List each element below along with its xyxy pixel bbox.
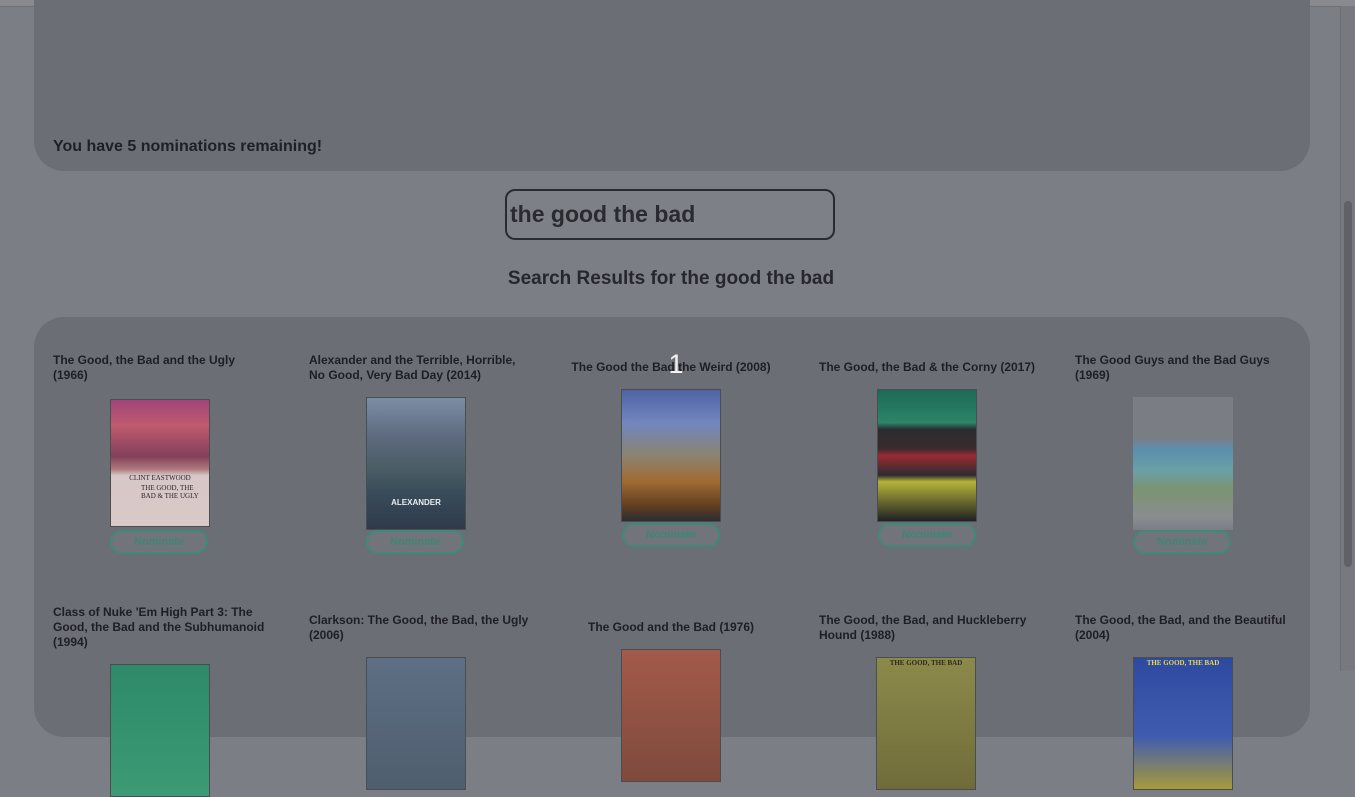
nominate-button[interactable]: Nominate <box>622 523 720 547</box>
movie-poster <box>621 389 721 522</box>
movie-poster <box>110 664 210 797</box>
movie-title: Alexander and the Terrible, Horrible, No… <box>309 353 516 382</box>
movie-title: The Good, the Bad and the Ugly (1966) <box>53 353 236 382</box>
search-input[interactable] <box>505 189 835 240</box>
movie-title: The Good, the Bad, and the Beautiful (20… <box>1075 613 1286 642</box>
poster-text: ALEXANDER <box>391 498 441 507</box>
nominations-panel: You have 5 nominations remaining! <box>34 0 1310 171</box>
movie-title: The Good, the Bad, and Huckleberry Hound… <box>819 613 1027 642</box>
movie-title: The Good Guys and the Bad Guys (1969) <box>1075 353 1270 382</box>
search-results-title: Search Results for the good the bad <box>507 268 835 289</box>
nominations-remaining-text: You have 5 nominations remaining! <box>53 138 323 155</box>
page-indicator: 1 <box>668 349 684 379</box>
movie-poster <box>877 389 977 522</box>
movie-poster <box>1133 397 1233 530</box>
movie-title: Class of Nuke 'Em High Part 3: The Good,… <box>53 605 265 649</box>
movie-poster <box>621 649 721 782</box>
poster-text: THE GOOD, THE BAD & THE UGLY <box>141 484 199 500</box>
movie-poster: THE GOOD, THE BAD <box>1133 657 1233 790</box>
poster-text: CLINT EASTWOOD <box>129 474 191 482</box>
poster-text: THE GOOD, THE BAD <box>1146 659 1220 667</box>
scrollbar-thumb[interactable] <box>1344 201 1352 567</box>
movie-poster: ALEXANDER <box>366 397 466 530</box>
nominate-button[interactable]: Nominate <box>1133 530 1231 554</box>
movie-title: Clarkson: The Good, the Bad, the Ugly (2… <box>309 613 529 642</box>
nominate-button[interactable]: Nominate <box>366 530 464 554</box>
movie-poster: CLINT EASTWOOD THE GOOD, THE BAD & THE U… <box>110 399 210 527</box>
nominate-button[interactable]: Nominate <box>878 523 976 547</box>
poster-text: THE GOOD, THE BAD <box>889 659 963 667</box>
movie-poster <box>366 657 466 790</box>
vertical-scrollbar[interactable] <box>1340 6 1355 671</box>
movie-poster: THE GOOD, THE BAD <box>876 657 976 790</box>
movie-title: The Good and the Bad (1976) <box>587 620 755 634</box>
movie-title: The Good, the Bad & the Corny (2017) <box>818 360 1036 374</box>
nominate-button[interactable]: Nominate <box>110 530 208 554</box>
